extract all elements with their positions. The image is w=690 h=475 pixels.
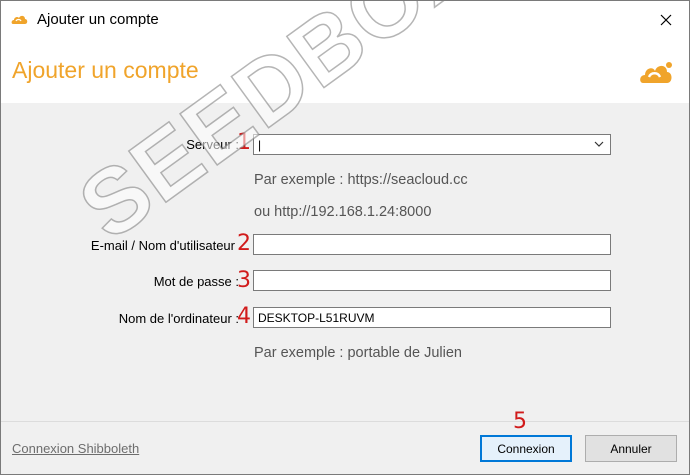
window-title: Ajouter un compte [37,11,159,28]
computer-name-field[interactable]: DESKTOP-L51RUVM [253,307,611,328]
server-hint-1: Par exemple : https://seacloud.cc [254,172,468,188]
server-input[interactable]: | [258,138,261,152]
computer-label: Nom de l'ordinateur : [118,311,239,326]
chevron-down-icon[interactable] [594,141,604,148]
seafile-logo-icon [640,62,672,83]
close-icon [660,14,672,26]
marker-1: 1 [237,130,251,155]
shibboleth-link[interactable]: Connexion Shibboleth [12,441,139,456]
email-field[interactable] [253,234,611,255]
cancel-button[interactable]: Annuler [585,435,677,462]
server-combobox[interactable]: | [253,134,611,155]
computer-hint: Par exemple : portable de Julien [254,345,462,361]
marker-2: 2 [237,231,251,256]
server-hint-2: ou http://192.168.1.24:8000 [254,204,432,220]
close-button[interactable] [643,1,689,39]
server-label: Serveur : [186,137,239,152]
email-label: E-mail / Nom d'utilisateur [90,238,235,253]
password-field[interactable] [253,270,611,291]
dialog-header: Ajouter un compte [1,39,689,103]
marker-4: 4 [237,304,251,329]
marker-3: 3 [237,268,251,293]
computer-name-value: DESKTOP-L51RUVM [258,311,375,325]
page-title: Ajouter un compte [12,57,199,83]
title-bar: Ajouter un compte [1,1,689,39]
password-label: Mot de passe : [153,274,239,289]
marker-5: 5 [513,409,527,434]
add-account-dialog: Ajouter un compte Ajouter un compte Serv… [0,0,690,475]
seafile-cloud-icon [11,15,28,24]
connect-button[interactable]: Connexion [480,435,572,462]
